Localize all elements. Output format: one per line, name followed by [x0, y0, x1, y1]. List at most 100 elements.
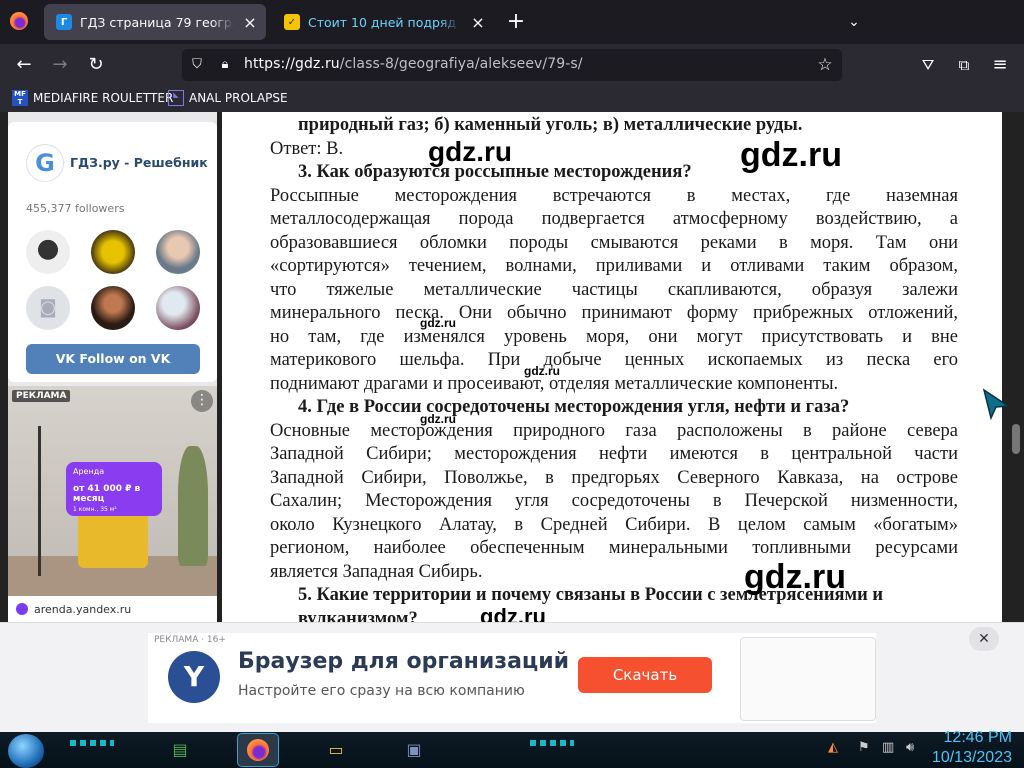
- document-line: 4. Где в России сосредоточены месторожде…: [298, 397, 850, 417]
- lock-icon[interactable]: 🔒︎: [216, 56, 234, 74]
- bookmark-second[interactable]: ◣ ANAL PROLAPSE: [168, 90, 288, 106]
- clock-date: 10/13/2023: [931, 749, 1012, 766]
- watermark: gdz.ru: [524, 364, 560, 378]
- taskbar-decoration: [70, 740, 114, 746]
- document-line: является Западная Сибирь.: [270, 561, 483, 582]
- gdz-favicon-icon: Г: [56, 14, 72, 30]
- download-button[interactable]: Скачать: [578, 657, 712, 693]
- watermark: gdz.ru: [428, 136, 512, 167]
- bookmark-mediafire[interactable]: MF T MEDIAFIRE ROULETTER: [12, 90, 173, 106]
- document-line: «сортируются» течением, волнами, прилива…: [270, 256, 958, 276]
- notes-app-icon[interactable]: ▤: [160, 734, 200, 766]
- follow-label: Follow on VK: [79, 351, 171, 366]
- reload-button[interactable]: ↻: [82, 51, 110, 79]
- network-icon[interactable]: ▥: [882, 740, 894, 755]
- avatar[interactable]: [91, 230, 135, 274]
- gdz-logo-icon[interactable]: G: [26, 144, 64, 182]
- document-line: Западной Сибири; месторождения нефти име…: [270, 444, 958, 464]
- bookmark-star-icon[interactable]: ☆: [814, 54, 836, 76]
- document-line: минерального песка. Они обычно принимают…: [270, 303, 958, 323]
- document-line: что тяжелые металлические частицы скапли…: [270, 279, 958, 300]
- ad-lamp: [38, 426, 41, 576]
- url-text[interactable]: https://gdz.ru/class-8/geografiya/alekse…: [244, 56, 583, 72]
- new-tab-button[interactable]: +: [502, 8, 530, 36]
- yellow-favicon-icon: ✓: [284, 14, 300, 30]
- file-explorer-icon[interactable]: ▭: [316, 734, 356, 766]
- ad-card-price: от 41 000 ₽ в месяц: [73, 484, 141, 504]
- ad-price-card[interactable]: Аренда от 41 000 ₽ в месяц 1 комн., 35 м…: [66, 462, 162, 516]
- avatar[interactable]: [91, 286, 135, 330]
- tab-gdz[interactable]: Г ГДЗ страница 79 география 8 клас ×: [44, 4, 266, 40]
- yandex-icon: [16, 603, 28, 615]
- tab-title: Стоит 10 дней подряд — купи: [308, 14, 462, 30]
- mouse-cursor-icon: [982, 388, 1010, 420]
- pocket-icon[interactable]: ⛛: [914, 51, 942, 79]
- ad-domain[interactable]: arenda.yandex.ru: [8, 596, 217, 622]
- document-line: материкового шельфа. При добыче ценных и…: [270, 350, 958, 370]
- taskbar-decoration: [530, 740, 574, 746]
- document-line: Сахалин; Месторождения угля сосредоточен…: [270, 491, 958, 511]
- close-ad-button[interactable]: ✕: [969, 627, 999, 651]
- side-ad[interactable]: Аренда от 41 000 ₽ в месяц 1 комн., 35 м…: [8, 386, 217, 622]
- document-line: регионом, наиболее обеспеченным минераль…: [270, 538, 958, 558]
- close-tab-icon[interactable]: ×: [242, 13, 258, 32]
- shield-icon[interactable]: ⛉: [188, 56, 206, 74]
- volume-icon[interactable]: 🔊︎: [906, 740, 914, 755]
- ad-label: РЕКЛАМА: [12, 390, 71, 402]
- tray-app-icon[interactable]: ◭: [828, 740, 838, 755]
- yandex-browser-logo-icon: Y: [168, 651, 220, 703]
- nav-bar: ← → ↻ ⛉ 🔒︎ https://gdz.ru/class-8/geogra…: [0, 44, 1024, 86]
- ad-label: РЕКЛАМА · 16+: [154, 635, 226, 645]
- document-line: Западной Сибири, Поволжье, в предгорьях …: [270, 467, 958, 488]
- bookmark-label: ANAL PROLAPSE: [189, 91, 288, 105]
- ad-screenshot: [740, 637, 876, 721]
- list-tabs-icon[interactable]: ⌄: [842, 10, 866, 34]
- document-line: металлосодержащая порода подвергается ат…: [270, 209, 958, 229]
- watermark: gdz.ru: [420, 412, 456, 426]
- firefox-taskbar-icon[interactable]: [237, 733, 279, 767]
- close-tab-icon[interactable]: ×: [470, 13, 486, 32]
- terminal-app-icon[interactable]: ▣: [394, 734, 434, 766]
- vk-followers: 455,377 followers: [26, 202, 125, 215]
- follow-vk-button[interactable]: VK Follow on VK: [26, 344, 200, 374]
- avatar[interactable]: [156, 286, 200, 330]
- document-line: образовавшиеся обломки породы смываются …: [270, 232, 958, 253]
- vk-group-title[interactable]: ГДЗ.ру - Решебник: [70, 155, 208, 170]
- tab-second[interactable]: ✓ Стоит 10 дней подряд — купи ×: [272, 4, 494, 40]
- ad-card-title: Аренда: [73, 467, 105, 476]
- document-line: Основные месторождения природного газа р…: [270, 420, 958, 441]
- tab-bar: Г ГДЗ страница 79 география 8 клас × ✓ С…: [0, 0, 1024, 44]
- bottom-ad[interactable]: РЕКЛАМА · 16+ Y Браузер для организаций …: [148, 633, 876, 723]
- start-button[interactable]: [8, 734, 44, 768]
- ad-subtitle: Настройте его сразу на всю компанию: [238, 683, 525, 699]
- bookmark-label: MEDIAFIRE ROULETTER: [33, 91, 174, 105]
- back-button[interactable]: ←: [10, 51, 38, 79]
- left-sidebar: G ГДЗ.ру - Решебник 455,377 followers ◙ …: [8, 112, 217, 632]
- taskbar: ▤ ▭ ▣ ◭ ⚑ ▥ 🔊︎ 12:46 PM 10/13/2023: [0, 729, 1024, 768]
- ad-plant: [178, 446, 208, 566]
- camera-icon[interactable]: ◙: [26, 286, 70, 330]
- bookmarks-bar: MF T MEDIAFIRE ROULETTER ◣ ANAL PROLAPSE: [0, 86, 1024, 112]
- ad-title: Браузер для организаций: [238, 649, 570, 674]
- menu-icon[interactable]: ≡: [986, 51, 1014, 79]
- tab-title: ГДЗ страница 79 география 8 клас: [80, 14, 234, 30]
- bottom-ad-banner: РЕКЛАМА · 16+ Y Браузер для организаций …: [0, 622, 1024, 732]
- avatar[interactable]: [26, 230, 70, 274]
- ad-domain-text: arenda.yandex.ru: [34, 602, 132, 616]
- watermark: gdz.ru: [420, 316, 456, 330]
- scrollbar-thumb[interactable]: [1012, 424, 1020, 454]
- ad-card-sub: 1 комн., 35 м²: [73, 506, 117, 513]
- avatar[interactable]: [156, 230, 200, 274]
- document-line: около Кузнецкого Алатау, в Средней Сибир…: [270, 514, 958, 535]
- firefox-icon[interactable]: [10, 12, 28, 30]
- document-line: но там, где изменялся уровень моря, они …: [270, 326, 958, 347]
- clock-time: 12:46 PM: [943, 729, 1012, 746]
- clock[interactable]: 12:46 PM 10/13/2023: [932, 728, 1012, 768]
- url-bar[interactable]: ⛉ 🔒︎ https://gdz.ru/class-8/geografiya/a…: [182, 49, 842, 81]
- forward-button[interactable]: →: [46, 51, 74, 79]
- bookmark-icon: ◣: [168, 90, 184, 106]
- watermark: gdz.ru: [740, 136, 842, 174]
- more-options-icon[interactable]: ⋮: [191, 390, 213, 412]
- extensions-icon[interactable]: ⧉: [950, 51, 978, 79]
- flag-icon[interactable]: ⚑: [858, 740, 870, 755]
